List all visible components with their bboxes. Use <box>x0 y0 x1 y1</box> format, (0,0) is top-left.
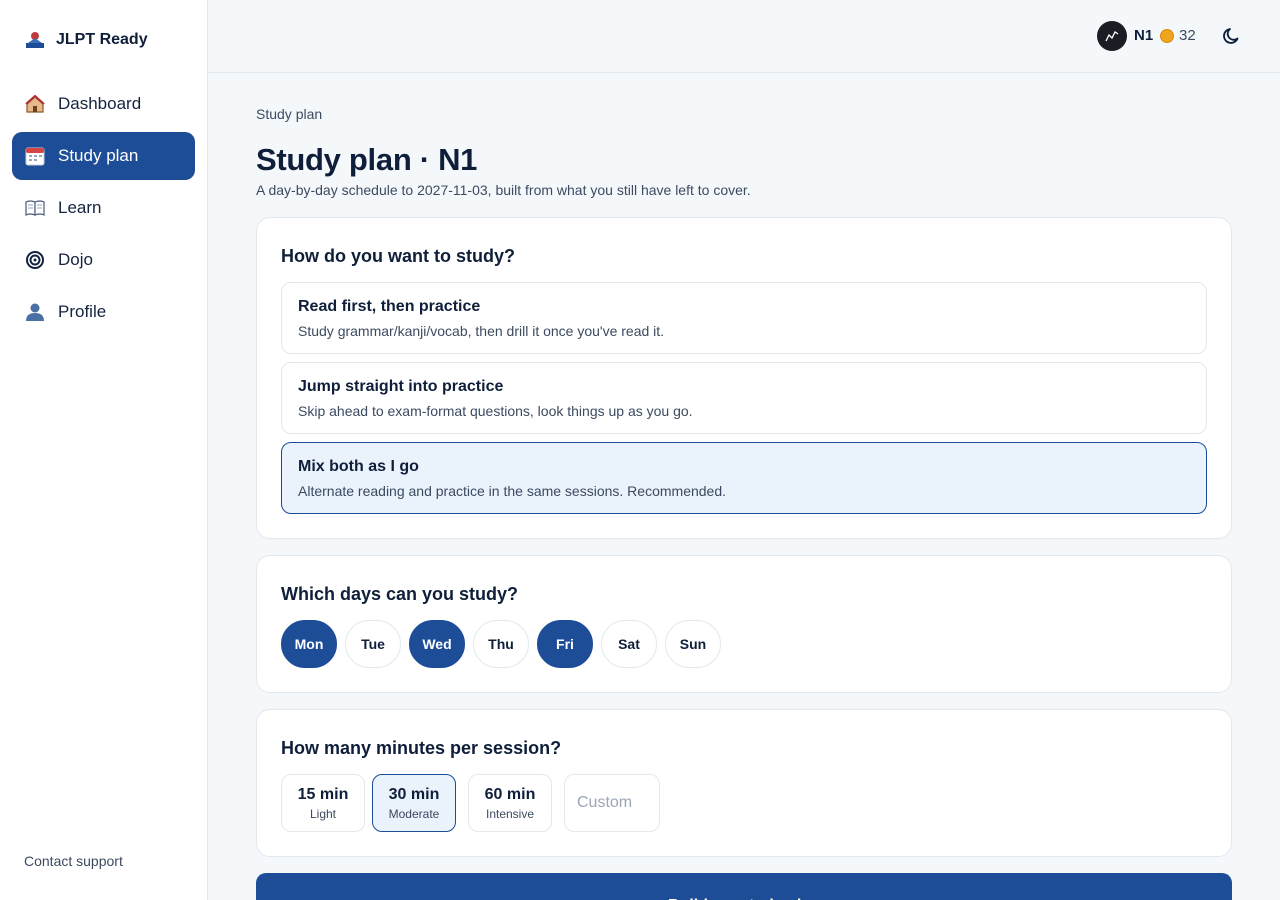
coin-icon <box>1160 29 1174 43</box>
minutes-label: 60 min <box>484 786 536 803</box>
page-subtitle: A day-by-day schedule to 2027-11-03, bui… <box>256 182 751 198</box>
option-desc: Study grammar/kanji/vocab, then drill it… <box>298 323 665 339</box>
option-title: Read first, then practice <box>298 298 481 315</box>
brand[interactable]: JLPT Ready <box>24 28 148 52</box>
day-fri[interactable]: Fri <box>537 620 593 668</box>
day-wed[interactable]: Wed <box>409 620 465 668</box>
day-thu[interactable]: Thu <box>473 620 529 668</box>
minutes-option-60[interactable]: 60 min Intensive <box>468 774 552 832</box>
target-icon <box>24 249 46 271</box>
option-title: Mix both as I go <box>298 458 419 475</box>
sidebar-nav: Dashboard Study plan Learn Dojo Profile <box>12 80 195 340</box>
option-jump-practice[interactable]: Jump straight into practice Skip ahead t… <box>281 362 1207 434</box>
minutes-sublabel: Intensive <box>485 807 535 821</box>
day-mon[interactable]: Mon <box>281 620 337 668</box>
study-mode-card: How do you want to study? Read first, th… <box>256 217 1232 539</box>
sidebar-item-label: Dojo <box>58 250 93 269</box>
option-desc: Skip ahead to exam-format questions, loo… <box>298 403 693 419</box>
coin-count: 32 <box>1179 27 1196 44</box>
minutes-heading: How many minutes per session? <box>281 738 562 758</box>
book-icon <box>24 197 46 219</box>
minutes-card: How many minutes per session? 15 min Lig… <box>256 709 1232 857</box>
day-tue[interactable]: Tue <box>345 620 401 668</box>
option-mix-both[interactable]: Mix both as I go Alternate reading and p… <box>281 442 1207 514</box>
sidebar-item-learn[interactable]: Learn <box>12 184 195 232</box>
sidebar: JLPT Ready Dashboard Study plan Learn Do… <box>0 0 208 900</box>
minutes-label: 15 min <box>297 786 349 803</box>
custom-minutes-input[interactable] <box>564 774 660 832</box>
topbar: N1 32 <box>208 0 1280 73</box>
minutes-sublabel: Light <box>309 807 337 821</box>
day-sat[interactable]: Sat <box>601 620 657 668</box>
option-title: Jump straight into practice <box>298 378 504 395</box>
minutes-sublabel: Moderate <box>388 807 440 821</box>
day-sun[interactable]: Sun <box>665 620 721 668</box>
sidebar-item-label: Study plan <box>58 146 139 165</box>
build-plan-button[interactable]: Build my study plan <box>256 873 1232 900</box>
person-icon <box>24 301 46 323</box>
calendar-icon <box>24 145 46 167</box>
study-mode-heading: How do you want to study? <box>281 246 515 266</box>
option-read-first[interactable]: Read first, then practice Study grammar/… <box>281 282 1207 354</box>
house-icon <box>24 93 46 115</box>
avatar[interactable] <box>1097 21 1127 51</box>
page-title: Study plan · N1 <box>256 142 478 177</box>
days-heading: Which days can you study? <box>281 584 519 604</box>
moon-icon[interactable] <box>1222 26 1242 46</box>
sidebar-item-study-plan[interactable]: Study plan <box>12 132 195 180</box>
minutes-label: 30 min <box>388 786 440 803</box>
minutes-option-30[interactable]: 30 min Moderate <box>372 774 456 832</box>
sidebar-item-dojo[interactable]: Dojo <box>12 236 195 284</box>
sidebar-item-label: Dashboard <box>58 94 142 113</box>
contact-support-link[interactable]: Contact support <box>24 853 123 869</box>
option-desc: Alternate reading and practice in the sa… <box>298 483 727 499</box>
sidebar-item-label: Profile <box>58 302 107 321</box>
brand-name: JLPT Ready <box>56 31 148 48</box>
sidebar-item-profile[interactable]: Profile <box>12 288 195 336</box>
sidebar-item-label: Learn <box>58 198 102 217</box>
days-card: Which days can you study? Mon Tue Wed Th… <box>256 555 1232 693</box>
level-badge: N1 <box>1134 27 1154 44</box>
breadcrumb: Study plan <box>256 106 323 122</box>
minutes-option-15[interactable]: 15 min Light <box>281 774 365 832</box>
sidebar-item-dashboard[interactable]: Dashboard <box>12 80 195 128</box>
jlpt-logo-icon <box>24 29 46 51</box>
